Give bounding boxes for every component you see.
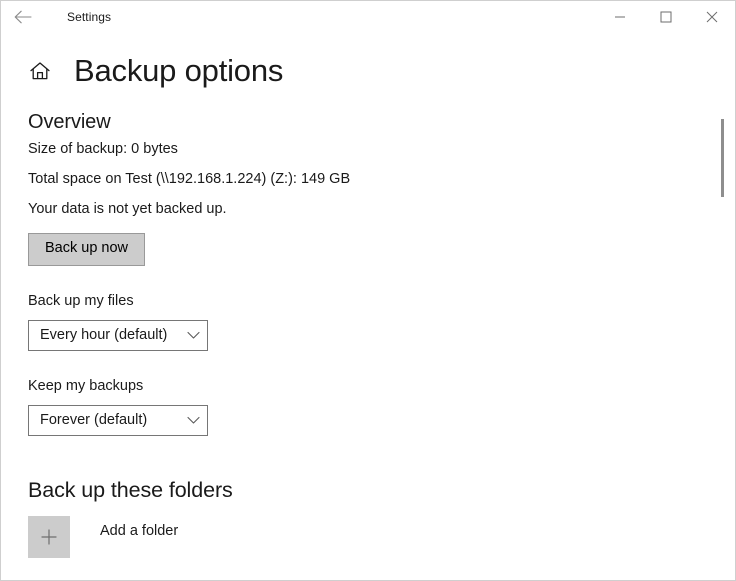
backup-frequency-dropdown[interactable]: Every hour (default) (28, 319, 208, 351)
overview-section: Overview Size of backup: 0 bytes Total s… (28, 110, 735, 266)
page-header: Backup options (1, 55, 735, 86)
backup-frequency-label: Back up my files (28, 292, 134, 309)
backup-size-text: Size of backup: 0 bytes (28, 141, 178, 157)
close-button[interactable] (689, 1, 735, 33)
total-space-text: Total space on Test (\\192.168.1.224) (Z… (28, 171, 351, 188)
back-button[interactable] (1, 1, 45, 33)
folders-section: Back up these folders Add a folder (28, 477, 735, 558)
minimize-button[interactable] (597, 1, 643, 33)
minimize-icon (615, 16, 625, 18)
maximize-button[interactable] (643, 1, 689, 33)
chevron-down-icon (179, 331, 207, 340)
backup-frequency-group: Back up my files Every hour (default) (28, 292, 735, 351)
keep-backups-dropdown[interactable]: Forever (default) (28, 404, 208, 436)
keep-backups-group: Keep my backups Forever (default) (28, 377, 735, 436)
chevron-down-icon (179, 416, 207, 425)
maximize-icon (660, 11, 672, 23)
add-folder-button[interactable] (28, 515, 70, 558)
back-up-now-button[interactable]: Back up now (28, 233, 146, 266)
home-icon (30, 61, 50, 79)
backup-frequency-value: Every hour (default) (40, 327, 168, 344)
overview-heading: Overview (28, 111, 111, 133)
page-title: Backup options (74, 53, 284, 88)
title-bar: Settings (1, 1, 735, 33)
scrollbar[interactable] (717, 114, 729, 566)
add-folder-label: Add a folder (100, 522, 179, 539)
backup-status-text: Your data is not yet backed up. (28, 201, 227, 218)
keep-backups-value: Forever (default) (40, 412, 148, 429)
app-title: Settings (67, 10, 112, 24)
close-icon (706, 11, 718, 23)
add-folder-row: Add a folder (28, 515, 735, 558)
settings-content: Overview Size of backup: 0 bytes Total s… (1, 86, 735, 558)
folders-heading: Back up these folders (28, 477, 233, 502)
home-button[interactable] (28, 59, 52, 83)
window-controls (597, 1, 735, 33)
settings-window: Settings Backup options Overview Size of… (0, 0, 736, 581)
plus-icon (41, 528, 57, 545)
back-arrow-icon (14, 10, 32, 24)
keep-backups-label: Keep my backups (28, 377, 144, 394)
scrollbar-thumb[interactable] (721, 119, 724, 197)
